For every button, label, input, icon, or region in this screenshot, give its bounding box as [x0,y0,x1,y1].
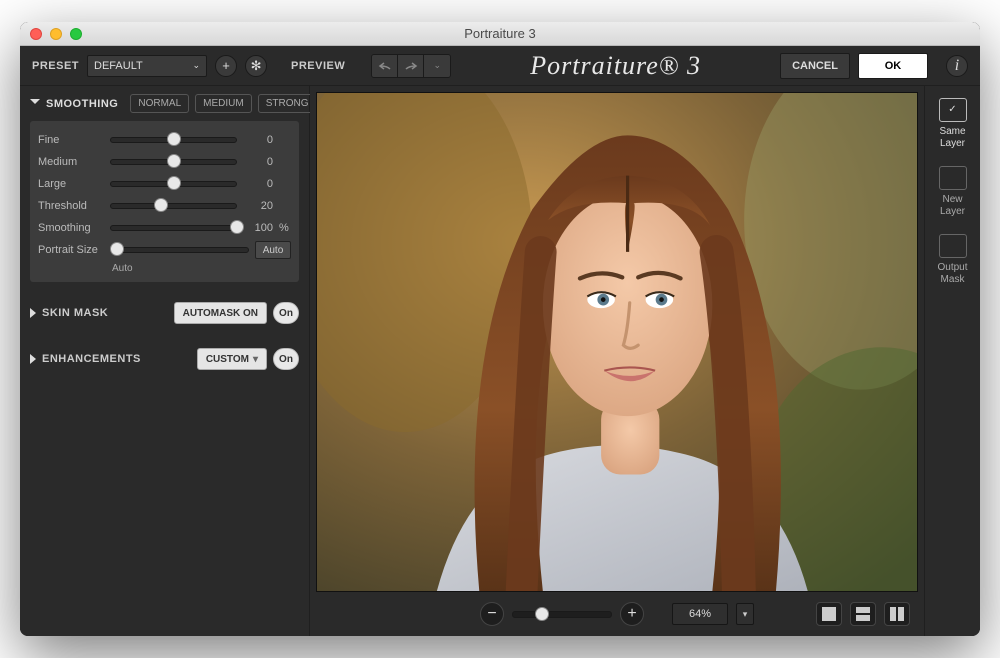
undo-redo-group: ⌄ [371,54,451,78]
smoothing-preset-medium[interactable]: MEDIUM [195,94,252,113]
gear-icon: ✻ [251,58,262,74]
skin-mask-section: SKIN MASK AUTOMASK ON On [30,298,299,328]
preview-canvas[interactable] [316,92,918,592]
medium-value: 0 [243,156,273,168]
add-preset-button[interactable]: + [215,55,237,77]
ok-button[interactable]: OK [858,53,928,79]
canvas-toolbar: − + 64% ▾ [310,592,924,636]
check-icon: ✓ [948,104,956,116]
portrait-size-slider[interactable] [110,245,249,255]
output-mask-option[interactable]: Output Mask [937,234,967,286]
enhancements-button-label: CUSTOM [206,354,249,365]
plus-icon: + [222,58,230,73]
output-sidebar: ✓ Same Layer New Layer Output Mask [924,86,980,636]
enhancements-toggle[interactable]: On [273,348,299,370]
view-split-vertical-button[interactable] [884,602,910,626]
output-mask-label: Output Mask [937,262,967,286]
smoothing-unit: % [279,222,291,234]
portrait-size-label: Portrait Size [38,244,104,256]
fine-value: 0 [243,134,273,146]
same-layer-label: Same Layer [939,126,965,150]
smoothing-preset-strong[interactable]: STRONG [258,94,317,113]
automask-button[interactable]: AUTOMASK ON [174,302,267,324]
zoom-level-dropdown[interactable]: ▾ [736,603,754,625]
zoom-in-button[interactable]: + [620,602,644,626]
zoom-level-value: 64% [672,603,728,625]
zoom-out-button[interactable]: − [480,602,504,626]
preset-dropdown[interactable]: DEFAULT ⌄ [87,55,207,77]
preset-value: DEFAULT [94,60,143,72]
cancel-button[interactable]: CANCEL [780,53,850,79]
enhancements-title: ENHANCEMENTS [42,353,141,365]
zoom-slider[interactable] [512,610,612,618]
enhancements-dropdown[interactable]: CUSTOM ▾ [197,348,267,370]
window-title: Portraiture 3 [20,26,980,41]
chevron-down-icon: ▾ [743,609,748,620]
medium-label: Medium [38,156,104,168]
threshold-slider-row: Threshold 20 [38,195,291,217]
plus-icon: + [627,605,636,623]
large-label: Large [38,178,104,190]
portrait-size-auto-chip[interactable]: Auto [255,241,291,259]
skin-mask-title: SKIN MASK [42,307,108,319]
smoothing-header[interactable]: SMOOTHING NORMAL MEDIUM STRONG [30,94,299,113]
smoothing-slider-label: Smoothing [38,222,104,234]
disclosure-triangle-icon[interactable] [30,308,36,318]
view-single-button[interactable] [816,602,842,626]
large-slider-row: Large 0 [38,173,291,195]
disclosure-triangle-icon[interactable] [30,354,36,364]
view-split-horizontal-button[interactable] [850,602,876,626]
square-icon [822,607,836,621]
portrait-size-row: Portrait Size Auto [38,239,291,261]
smoothing-slider[interactable] [110,223,237,233]
info-icon: i [955,57,959,75]
toolbar: PRESET DEFAULT ⌄ + ✻ PREVIEW ⌄ Portraitu… [20,46,980,86]
undo-button[interactable] [372,55,398,77]
smoothing-preset-normal[interactable]: NORMAL [130,94,189,113]
threshold-slider[interactable] [110,201,237,211]
chevron-down-icon: ⌄ [192,60,200,71]
fine-slider[interactable] [110,135,237,145]
medium-slider[interactable] [110,157,237,167]
disclosure-triangle-icon [30,99,40,109]
same-layer-option[interactable]: ✓ Same Layer [939,98,967,150]
enhancements-section: ENHANCEMENTS CUSTOM ▾ On [30,344,299,374]
smoothing-value: 100 [243,222,273,234]
history-dropdown[interactable]: ⌄ [424,55,450,77]
large-value: 0 [243,178,273,190]
smoothing-slider-row: Smoothing 100 % [38,217,291,239]
controls-sidebar: SMOOTHING NORMAL MEDIUM STRONG Fine 0 Me… [20,86,310,636]
info-button[interactable]: i [946,55,968,77]
titlebar: Portraiture 3 [20,22,980,46]
medium-slider-row: Medium 0 [38,151,291,173]
new-layer-label: New Layer [940,194,965,218]
smoothing-title: SMOOTHING [46,98,118,110]
minus-icon: − [487,605,496,623]
fine-label: Fine [38,134,104,146]
smoothing-panel: Fine 0 Medium 0 Large [30,121,299,282]
fine-slider-row: Fine 0 [38,129,291,151]
app-brand: Portraiture® 3 [459,51,772,81]
redo-button[interactable] [398,55,424,77]
skin-mask-toggle[interactable]: On [273,302,299,324]
split-horizontal-icon [856,607,870,621]
threshold-label: Threshold [38,200,104,212]
new-layer-option[interactable]: New Layer [939,166,967,218]
preset-settings-button[interactable]: ✻ [245,55,267,77]
preset-label: PRESET [32,60,79,72]
portrait-size-sub: Auto [112,263,291,274]
chevron-down-icon: ▾ [253,354,258,365]
preview-label: PREVIEW [291,60,345,72]
large-slider[interactable] [110,179,237,189]
split-vertical-icon [890,607,904,621]
threshold-value: 20 [243,200,273,212]
